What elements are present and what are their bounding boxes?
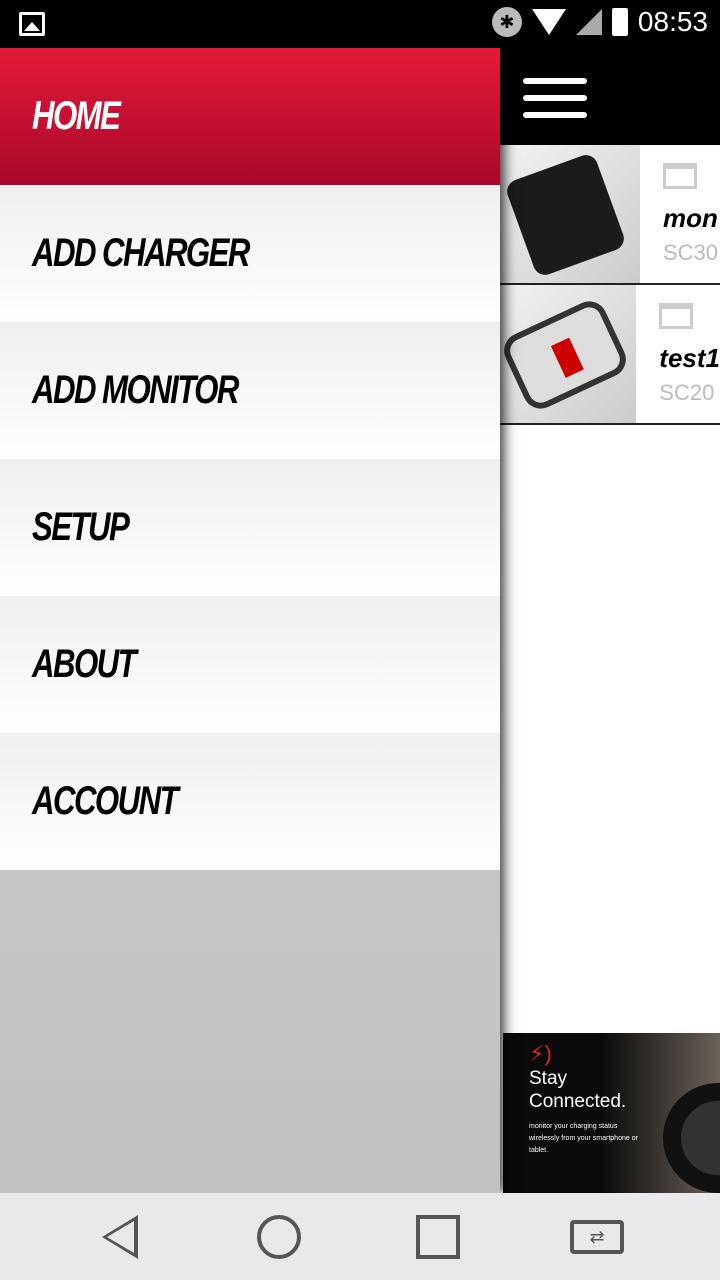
monitor-image [500, 145, 640, 283]
device-model: SC30 [663, 240, 719, 265]
device-model: SC20 [659, 380, 715, 405]
drawer-item-add-charger[interactable]: ADD CHARGER [0, 185, 500, 322]
banner-headline: Stay [529, 1068, 568, 1089]
switch-app-icon[interactable]: ⇄ [570, 1220, 624, 1254]
drawer-item-label: ACCOUNT [32, 779, 179, 823]
app-bar [500, 48, 720, 145]
drawer-item-label: ABOUT [32, 642, 137, 686]
drawer-item-label: SETUP [32, 505, 130, 549]
banner-headline: Connected. [529, 1091, 627, 1112]
drawer-item-label: ADD MONITOR [32, 368, 239, 412]
promo-banner[interactable]: ⚡︎) Stay Connected. monitor your charging… [503, 1033, 720, 1193]
bluetooth-icon: ✱ [491, 7, 522, 37]
drawer-item-label: HOME [32, 94, 121, 138]
device-name: mon [663, 203, 718, 233]
device-card[interactable]: test1 SC20 [498, 285, 720, 425]
drawer-item-account[interactable]: ACCOUNT [0, 733, 500, 870]
wireless-charge-icon: ⚡︎) [529, 1041, 552, 1066]
drawer-item-about[interactable]: ABOUT [0, 596, 500, 733]
motorcycle-image [663, 1083, 720, 1193]
device-card[interactable]: mon SC30 [500, 145, 720, 285]
battery-outline-icon [659, 303, 694, 329]
banner-subtext: monitor your charging status wirelessly … [529, 1123, 638, 1154]
drawer-item-add-monitor[interactable]: ADD MONITOR [0, 322, 500, 459]
status-bar: ✱ 08:53 [0, 0, 720, 48]
charger-image [498, 285, 637, 423]
device-name: test1 [659, 343, 720, 373]
home-icon[interactable] [257, 1215, 301, 1259]
back-icon[interactable] [102, 1215, 138, 1259]
drawer-item-home[interactable]: HOME [0, 48, 500, 185]
recents-icon[interactable] [416, 1215, 460, 1259]
system-nav-bar: ⇄ [0, 1193, 720, 1280]
battery-outline-icon [663, 163, 697, 189]
navigation-drawer: HOME ADD CHARGER ADD MONITOR SETUP ABOUT… [0, 48, 500, 1193]
battery-icon [611, 8, 628, 36]
wifi-icon [531, 9, 566, 35]
drawer-item-setup[interactable]: SETUP [0, 459, 500, 596]
main-content: mon SC30 test1 SC20 ⚡︎) Stay Connected. m… [498, 48, 720, 1193]
drawer-item-label: ADD CHARGER [32, 231, 250, 275]
menu-icon[interactable] [523, 78, 587, 129]
clock: 08:53 [637, 6, 708, 37]
signal-icon [575, 9, 602, 35]
image-notification-icon [19, 12, 45, 36]
